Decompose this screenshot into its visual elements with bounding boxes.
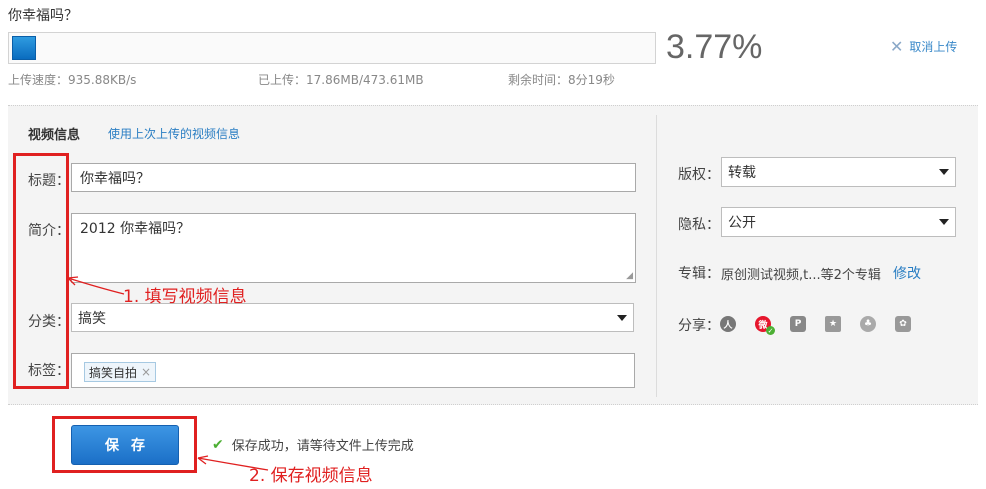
upload-remaining-time: 剩余时间：8分19秒 — [508, 73, 615, 87]
share-label: 分享： — [678, 318, 720, 334]
upload-file-name: 你幸福吗？ — [8, 8, 78, 24]
section-title: 视频信息 — [28, 128, 81, 143]
album-edit-link[interactable]: 修改 — [893, 263, 921, 283]
album-label: 专辑： — [678, 266, 720, 282]
resize-handle-icon[interactable]: ◢ — [626, 271, 633, 281]
save-button[interactable]: 保存 — [71, 425, 179, 465]
chevron-down-icon — [939, 219, 949, 225]
upload-percent: 3.77% — [666, 28, 763, 66]
close-icon: ✕ — [890, 36, 904, 56]
douban-icon[interactable]: ♣ — [860, 316, 876, 332]
copyright-label: 版权： — [678, 167, 720, 183]
description-textarea[interactable]: 2012 你幸福吗？ ◢ — [71, 213, 636, 283]
tag-chip: 搞笑自拍 × — [84, 362, 157, 382]
check-badge-icon: ✓ — [766, 326, 775, 335]
reuse-last-info-link[interactable]: 使用上次上传的视频信息 — [108, 125, 240, 142]
title-input[interactable]: 你幸福吗？ — [71, 163, 636, 192]
privacy-label: 隐私： — [678, 217, 720, 233]
save-status-text: 保存成功，请等待文件上传完成 — [231, 439, 414, 454]
tencent-icon[interactable]: ✿ — [895, 316, 911, 332]
description-text: 2012 你幸福吗？ — [80, 221, 191, 237]
upload-progress-fill — [12, 36, 37, 60]
copyright-select[interactable]: 转载 — [721, 157, 956, 187]
copyright-value: 转载 — [728, 165, 756, 181]
renren-icon[interactable]: 人 — [720, 316, 736, 332]
album-value: 原创测试视频,t...等2个专辑 — [721, 268, 881, 283]
panel-divider — [656, 115, 657, 397]
category-select[interactable]: 搞笑 — [71, 303, 634, 332]
chevron-down-icon — [617, 314, 627, 321]
qzone-icon[interactable]: ★ — [825, 316, 841, 332]
annotation-step2: 2. 保存视频信息 — [249, 466, 373, 486]
tags-input[interactable]: 搞笑自拍 × — [71, 353, 635, 388]
upload-progress-bar — [8, 32, 656, 64]
remove-tag-icon[interactable]: × — [141, 365, 151, 379]
weibo-icon[interactable]: 微 ✓ — [755, 316, 775, 335]
category-value: 搞笑 — [78, 310, 106, 327]
check-icon: ✔ — [212, 436, 224, 453]
upload-speed: 上传速度：935.88KB/s — [8, 73, 137, 87]
share-icons: 人 微 ✓ P ★ ♣ ✿ — [720, 316, 911, 335]
privacy-value: 公开 — [728, 215, 756, 231]
annotation-arrow-1 — [67, 276, 125, 295]
annotation-step1: 1. 填写视频信息 — [123, 287, 247, 307]
cancel-upload-label: 取消上传 — [909, 40, 958, 54]
save-status: ✔ 保存成功，请等待文件上传完成 — [212, 435, 414, 455]
privacy-select[interactable]: 公开 — [721, 207, 956, 237]
kaixin-icon[interactable]: P — [790, 316, 806, 332]
chevron-down-icon — [939, 169, 949, 175]
tag-label: 搞笑自拍 — [89, 365, 138, 380]
upload-size: 已上传：17.86MB/473.61MB — [258, 73, 424, 87]
cancel-upload-button[interactable]: ✕ 取消上传 — [890, 38, 957, 55]
